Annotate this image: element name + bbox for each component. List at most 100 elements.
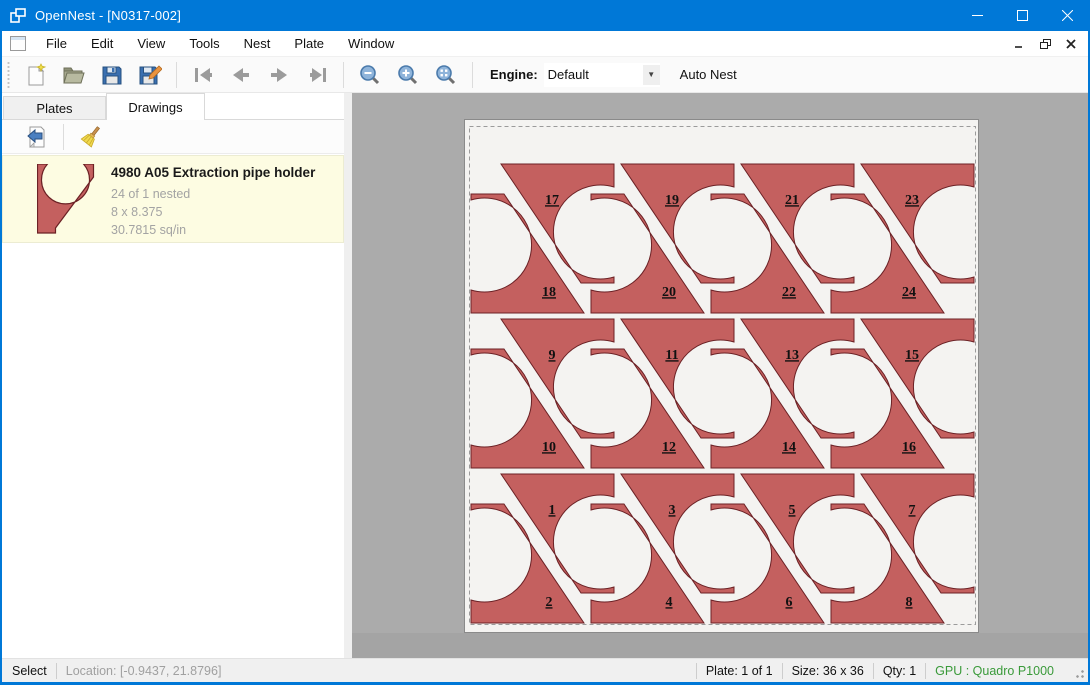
save-as-button[interactable] — [133, 60, 167, 90]
status-size: Size: 36 x 36 — [792, 664, 864, 678]
tab-drawings[interactable]: Drawings — [106, 93, 205, 120]
nested-part[interactable] — [591, 504, 704, 623]
part-number-label: 15 — [905, 348, 919, 363]
nested-part[interactable] — [831, 504, 944, 623]
open-file-button[interactable] — [57, 60, 91, 90]
part-number-label: 1 — [549, 503, 556, 518]
window-title: OpenNest - [N0317-002] — [35, 8, 181, 23]
save-button[interactable] — [95, 60, 129, 90]
part-number-label: 16 — [902, 440, 916, 455]
minimize-button[interactable] — [955, 0, 1000, 31]
clear-drawings-button[interactable] — [74, 122, 108, 152]
open-file-icon — [62, 64, 86, 86]
nested-part[interactable] — [501, 164, 614, 283]
mdi-document-icon[interactable] — [10, 36, 26, 51]
part-number-label: 5 — [789, 503, 796, 518]
part-number-label: 17 — [545, 193, 559, 208]
zoom-in-icon — [397, 64, 419, 86]
engine-combobox[interactable]: Default ▼ — [544, 63, 660, 87]
zoom-in-button[interactable] — [391, 60, 425, 90]
nested-part[interactable] — [861, 319, 974, 438]
menu-nest[interactable]: Nest — [232, 31, 283, 56]
nest-canvas[interactable]: 171819202122232491011121314151612345678 — [352, 93, 1090, 658]
first-plate-button[interactable] — [186, 60, 220, 90]
nested-part[interactable] — [621, 474, 734, 593]
zoom-fit-icon — [435, 64, 457, 86]
nested-part[interactable] — [621, 319, 734, 438]
nested-part[interactable] — [501, 319, 614, 438]
part-number-label: 2 — [546, 595, 553, 610]
resize-grip-icon[interactable] — [1072, 666, 1085, 679]
drawing-size: 8 x 8.375 — [111, 203, 315, 221]
nested-part[interactable] — [831, 194, 944, 313]
nested-part[interactable] — [711, 504, 824, 623]
zoom-out-button[interactable] — [353, 60, 387, 90]
previous-plate-button[interactable] — [224, 60, 258, 90]
nested-part[interactable] — [621, 164, 734, 283]
nested-part[interactable] — [741, 319, 854, 438]
nested-part[interactable] — [591, 349, 704, 468]
import-drawing-button[interactable] — [19, 122, 53, 152]
nested-part[interactable] — [711, 194, 824, 313]
menu-window[interactable]: Window — [336, 31, 406, 56]
part-number-label: 23 — [905, 193, 919, 208]
status-qty: Qty: 1 — [883, 664, 916, 678]
status-location: Location: [-0.9437, 21.8796] — [66, 664, 222, 678]
title-bar: OpenNest - [N0317-002] — [0, 0, 1090, 31]
nested-part[interactable] — [831, 349, 944, 468]
mdi-close-icon[interactable] — [1060, 34, 1082, 54]
engine-value: Default — [544, 67, 643, 82]
plate-sheet[interactable]: 171819202122232491011121314151612345678 — [464, 119, 979, 633]
drawing-area: 30.7815 sq/in — [111, 221, 315, 239]
nested-part[interactable] — [471, 194, 584, 313]
part-thumbnail — [37, 164, 95, 234]
part-number-label: 11 — [665, 348, 678, 363]
mdi-restore-icon[interactable] — [1034, 34, 1056, 54]
nest-drawing[interactable]: 171819202122232491011121314151612345678 — [465, 120, 980, 634]
panel-tabstrip: Plates Drawings — [2, 93, 344, 120]
menu-tools[interactable]: Tools — [177, 31, 231, 56]
part-number-label: 22 — [782, 285, 796, 300]
nested-part[interactable] — [741, 164, 854, 283]
part-number-label: 19 — [665, 193, 679, 208]
new-file-icon — [25, 63, 47, 87]
menu-edit[interactable]: Edit — [79, 31, 125, 56]
canvas-bottom-strip — [352, 633, 1090, 658]
part-number-label: 4 — [666, 595, 673, 610]
part-number-label: 21 — [785, 193, 799, 208]
toolbar-grip[interactable] — [6, 62, 11, 88]
panel-splitter[interactable] — [344, 93, 352, 658]
status-bar: Select Location: [-0.9437, 21.8796] Plat… — [2, 658, 1088, 682]
nested-part[interactable] — [591, 194, 704, 313]
part-number-label: 9 — [549, 348, 556, 363]
menu-plate[interactable]: Plate — [282, 31, 336, 56]
part-number-label: 10 — [542, 440, 556, 455]
part-number-label: 14 — [782, 440, 796, 455]
last-plate-button[interactable] — [300, 60, 334, 90]
next-plate-button[interactable] — [262, 60, 296, 90]
nested-part[interactable] — [861, 164, 974, 283]
nested-part[interactable] — [711, 349, 824, 468]
chevron-down-icon[interactable]: ▼ — [643, 65, 660, 85]
tab-plates[interactable]: Plates — [3, 96, 106, 120]
nested-part[interactable] — [861, 474, 974, 593]
nested-part[interactable] — [741, 474, 854, 593]
menu-view[interactable]: View — [125, 31, 177, 56]
zoom-fit-button[interactable] — [429, 60, 463, 90]
part-number-label: 8 — [906, 595, 913, 610]
menu-file[interactable]: File — [34, 31, 79, 56]
nested-part[interactable] — [501, 474, 614, 593]
maximize-button[interactable] — [1000, 0, 1045, 31]
mdi-minimize-icon[interactable] — [1008, 34, 1030, 54]
new-file-button[interactable] — [19, 60, 53, 90]
nested-part[interactable] — [471, 349, 584, 468]
auto-nest-button[interactable]: Auto Nest — [674, 63, 743, 86]
nested-part[interactable] — [471, 504, 584, 623]
drawing-list-item[interactable]: 4980 A05 Extraction pipe holder 24 of 1 … — [2, 155, 344, 243]
part-number-label: 24 — [902, 285, 916, 300]
import-drawing-icon — [24, 125, 48, 149]
status-plate: Plate: 1 of 1 — [706, 664, 773, 678]
main-toolbar: Engine: Default ▼ Auto Nest — [2, 57, 1088, 93]
close-button[interactable] — [1045, 0, 1090, 31]
opennest-window: OpenNest - [N0317-002] File Edit View To… — [0, 0, 1090, 685]
